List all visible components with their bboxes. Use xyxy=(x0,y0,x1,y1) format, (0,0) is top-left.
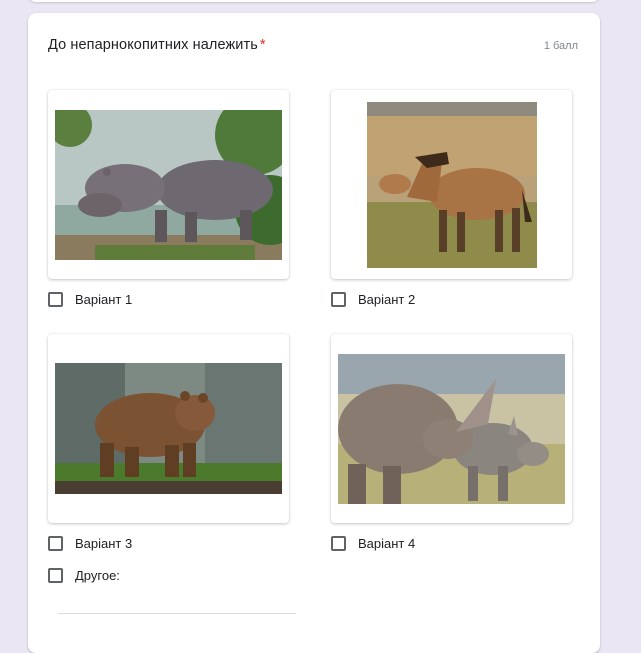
option-checkbox-2[interactable] xyxy=(331,291,346,307)
option-row-4: Варіант 4 xyxy=(331,533,415,553)
option-image-card-1[interactable] xyxy=(48,90,289,279)
option-checkbox-1[interactable] xyxy=(48,291,63,307)
question-title-text: До непарнокопитних належить xyxy=(48,37,258,53)
points-label: 1 балл xyxy=(543,40,578,52)
option-row-1: Варіант 1 xyxy=(48,289,132,309)
previous-card-edge xyxy=(28,0,600,2)
option-checkbox-4[interactable] xyxy=(331,535,346,551)
other-option-label: Другое: xyxy=(75,567,120,583)
option-label-2: Варіант 2 xyxy=(358,291,416,307)
option-image-card-4[interactable] xyxy=(331,334,572,523)
option-label-3: Варіант 3 xyxy=(75,535,133,551)
other-option-text-field[interactable] xyxy=(58,613,296,614)
option-label-4: Варіант 4 xyxy=(358,535,416,551)
option-row-other: Другое: xyxy=(48,565,120,585)
question-card: До непарнокопитних належить * 1 балл Вар… xyxy=(28,13,600,653)
hippopotamus-image xyxy=(55,110,282,260)
brown-bear-image xyxy=(55,363,282,494)
other-option-checkbox[interactable] xyxy=(48,567,63,583)
option-image-card-3[interactable] xyxy=(48,334,289,523)
option-checkbox-3[interactable] xyxy=(48,535,63,551)
question-title: До непарнокопитних належить * xyxy=(48,37,266,53)
required-asterisk: * xyxy=(259,37,266,53)
option-row-3: Варіант 3 xyxy=(48,533,132,553)
przewalski-horse-image xyxy=(367,102,537,268)
rhinoceros-image xyxy=(338,354,565,504)
option-label-1: Варіант 1 xyxy=(75,291,133,307)
option-image-card-2[interactable] xyxy=(331,90,572,279)
option-row-2: Варіант 2 xyxy=(331,289,415,309)
